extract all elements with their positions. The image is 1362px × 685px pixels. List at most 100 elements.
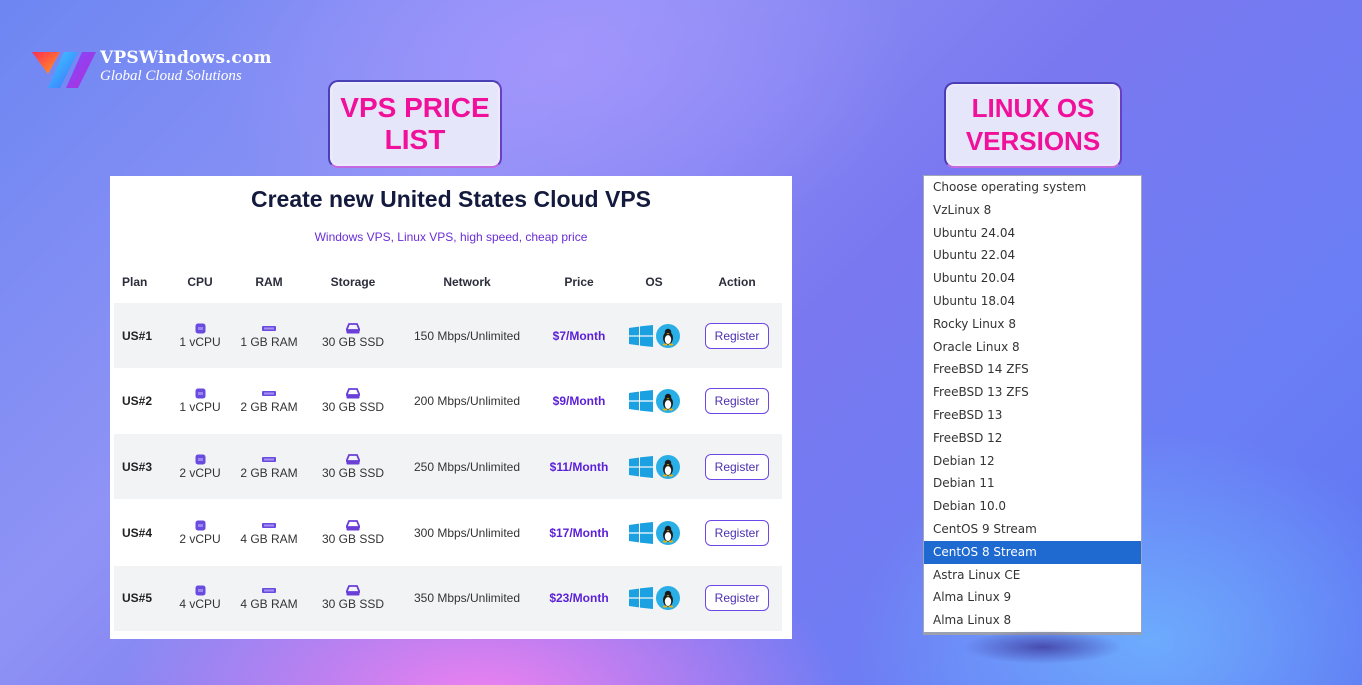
- table-row-us5: US#5 4 vCPU 4 GB RAM 30 GB SSD 350 Mbps/…: [114, 565, 782, 631]
- cpu-icon: [195, 520, 205, 531]
- ram-value: 1 GB RAM: [240, 334, 298, 349]
- storage-value: 30 GB SSD: [321, 597, 385, 612]
- register-button[interactable]: Register: [705, 585, 769, 612]
- register-button[interactable]: Register: [705, 322, 769, 349]
- cpu-value: 4 vCPU: [179, 597, 221, 612]
- plan-name: US#4: [122, 525, 153, 540]
- storage-value: 30 GB SSD: [321, 531, 385, 546]
- os-option[interactable]: Alma Linux 8: [924, 609, 1141, 632]
- storage-drive-icon: [346, 585, 360, 596]
- cpu-icon: [195, 388, 205, 399]
- storage-value: 30 GB SSD: [321, 334, 385, 349]
- table-row-us4: US#4 2 vCPU 4 GB RAM 30 GB SSD 300 Mbps/…: [114, 500, 782, 565]
- ram-value: 2 GB RAM: [240, 400, 298, 415]
- windows-icon: [628, 455, 653, 478]
- ram-icon: [262, 325, 276, 331]
- os-option[interactable]: Rocky Linux 8: [924, 313, 1141, 336]
- cpu-icon: [195, 585, 205, 596]
- plan-name: US#1: [122, 328, 153, 343]
- linux-tux-icon: [655, 323, 680, 348]
- os-option[interactable]: Alma Linux 9: [924, 586, 1141, 609]
- plan-name: US#5: [122, 591, 153, 606]
- column-header-os: OS: [645, 275, 663, 289]
- windows-icon: [628, 521, 653, 544]
- ram-icon: [262, 588, 276, 594]
- os-option[interactable]: Ubuntu 18.04: [924, 290, 1141, 313]
- os-option[interactable]: Astra Linux CE: [924, 564, 1141, 587]
- os-option[interactable]: Oracle Linux 8: [924, 336, 1141, 359]
- os-option[interactable]: CentOS 9 Stream: [924, 518, 1141, 541]
- windows-icon: [628, 587, 653, 610]
- page-title: Create new United States Cloud VPS: [250, 186, 652, 212]
- network-value: 150 Mbps/Unlimited: [413, 328, 521, 343]
- storage-value: 30 GB SSD: [321, 465, 385, 480]
- cpu-value: 2 vCPU: [179, 465, 221, 480]
- os-dropdown[interactable]: Choose operating system VzLinux 8 Ubuntu 2…: [923, 175, 1142, 664]
- cpu-value: 2 vCPU: [179, 531, 221, 546]
- column-header-ram: RAM: [255, 275, 283, 289]
- linux-tux-icon: [655, 389, 680, 414]
- os-option[interactable]: Debian 11: [924, 472, 1141, 495]
- os-options-list[interactable]: Choose operating system VzLinux 8 Ubuntu 2…: [923, 175, 1142, 635]
- os-option[interactable]: Debian 10.0: [924, 495, 1141, 518]
- ram-icon: [262, 522, 276, 528]
- column-header-storage: Storage: [330, 275, 376, 289]
- brand-tagline: Global Cloud Solutions: [100, 68, 242, 84]
- logo-mark-icon: [30, 48, 98, 90]
- ram-icon: [262, 456, 276, 462]
- cpu-value: 1 vCPU: [179, 334, 221, 349]
- os-option[interactable]: VzLinux 8: [924, 199, 1141, 222]
- ram-value: 4 GB RAM: [240, 531, 298, 546]
- storage-drive-icon: [346, 322, 360, 333]
- cpu-icon: [195, 323, 205, 333]
- network-value: 350 Mbps/Unlimited: [413, 591, 521, 606]
- os-option[interactable]: FreeBSD 14 ZFS: [924, 358, 1141, 381]
- ram-value: 4 GB RAM: [240, 597, 298, 612]
- os-option[interactable]: Debian 12: [924, 450, 1141, 473]
- storage-drive-icon: [346, 388, 360, 399]
- brand-logo[interactable]: VPSWindows.com Global Cloud Solutions: [30, 48, 272, 90]
- vps-price-list-badge: VPS PRICE LIST: [328, 80, 502, 168]
- column-header-plan: Plan: [122, 275, 148, 289]
- os-option[interactable]: CentOS 8 Stream: [924, 540, 1141, 564]
- os-option[interactable]: Ubuntu 24.04: [924, 222, 1141, 245]
- storage-value: 30 GB SSD: [321, 400, 385, 415]
- linux-os-versions-label: LINUX OS VERSIONS: [965, 93, 1101, 156]
- os-option[interactable]: Choose operating system: [924, 176, 1141, 199]
- register-button[interactable]: Register: [705, 519, 769, 546]
- register-button[interactable]: Register: [705, 453, 769, 480]
- storage-drive-icon: [346, 453, 360, 465]
- column-header-network: Network: [443, 275, 491, 289]
- windows-icon: [628, 390, 653, 413]
- table-row-us1: US#1 1 vCPU 1 GB RAM 30 GB SSD 150 Mbps/…: [114, 303, 782, 368]
- storage-drive-icon: [346, 519, 360, 531]
- brand-name: VPSWindows.com: [100, 48, 272, 68]
- os-option[interactable]: FreeBSD 13: [924, 404, 1141, 427]
- price-value: $17/Month: [549, 525, 609, 540]
- price-value: $23/Month: [549, 591, 609, 606]
- register-button[interactable]: Register: [705, 388, 769, 415]
- os-option[interactable]: Ubuntu 20.04: [924, 267, 1141, 290]
- table-row-us3: US#3 2 vCPU 2 GB RAM 30 GB SSD 250 Mbps/…: [114, 434, 782, 500]
- table-header: Plan CPU RAM Storage Network Price OS Ac…: [114, 271, 782, 293]
- ram-icon: [262, 391, 276, 397]
- network-value: 250 Mbps/Unlimited: [413, 459, 521, 474]
- linux-os-versions-badge: LINUX OS VERSIONS: [944, 82, 1122, 168]
- column-header-action: Action: [718, 275, 756, 289]
- plan-name: US#3: [122, 459, 153, 474]
- windows-icon: [628, 324, 653, 347]
- cpu-value: 1 vCPU: [179, 400, 221, 415]
- network-value: 300 Mbps/Unlimited: [413, 525, 521, 540]
- os-option[interactable]: Ubuntu 22.04: [924, 244, 1141, 267]
- price-value: $11/Month: [549, 459, 609, 474]
- os-option[interactable]: FreeBSD 13 ZFS: [924, 381, 1141, 404]
- price-table-card: Create new United States Cloud VPS Windo…: [110, 176, 792, 639]
- os-option[interactable]: FreeBSD 12: [924, 427, 1141, 450]
- network-value: 200 Mbps/Unlimited: [413, 394, 521, 409]
- vps-price-list-label: VPS PRICE LIST: [340, 92, 490, 155]
- price-value: $9/Month: [552, 394, 606, 409]
- column-header-price: Price: [564, 275, 594, 289]
- cpu-icon: [195, 454, 205, 465]
- plan-name: US#2: [122, 394, 153, 409]
- table-row-us2: US#2 1 vCPU 2 GB RAM 30 GB SSD 200 Mbps/…: [114, 369, 782, 434]
